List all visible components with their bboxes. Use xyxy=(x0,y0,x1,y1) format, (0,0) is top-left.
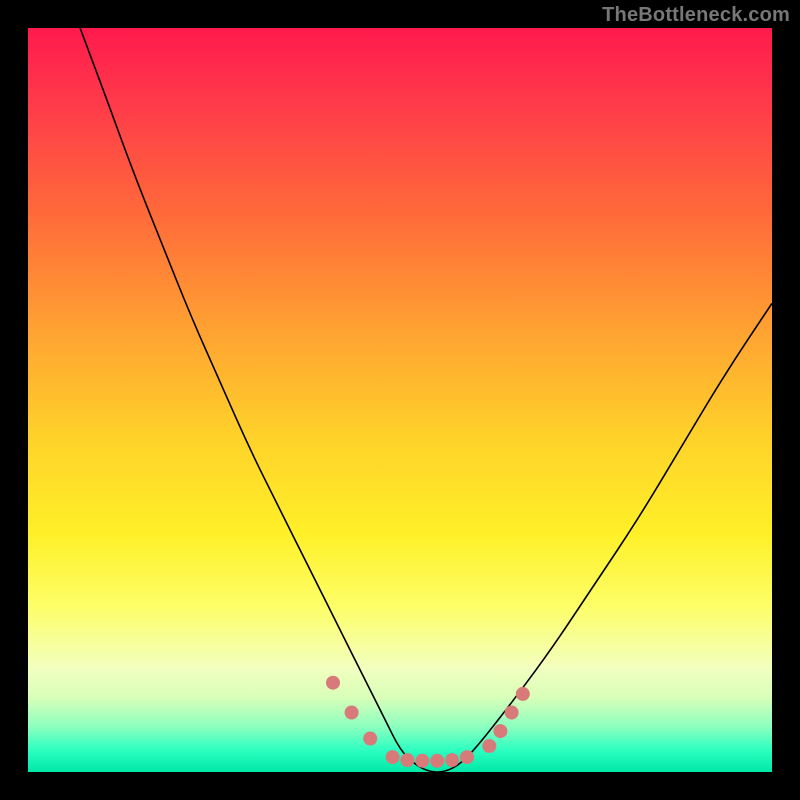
curve-marker xyxy=(516,687,530,701)
bottleneck-plot xyxy=(28,28,772,772)
curve-marker xyxy=(326,676,340,690)
curve-marker xyxy=(345,706,359,720)
curve-marker xyxy=(482,739,496,753)
curve-marker xyxy=(505,706,519,720)
curve-marker xyxy=(430,754,444,768)
curve-marker xyxy=(460,750,474,764)
curve-marker xyxy=(363,732,377,746)
curve-marker xyxy=(445,753,459,767)
curve-markers xyxy=(326,676,530,768)
watermark-text: TheBottleneck.com xyxy=(602,4,790,27)
chart-area xyxy=(28,28,772,772)
bottleneck-curve xyxy=(80,28,772,772)
curve-marker xyxy=(493,724,507,738)
curve-marker xyxy=(400,753,414,767)
curve-marker xyxy=(386,750,400,764)
curve-marker xyxy=(415,754,429,768)
